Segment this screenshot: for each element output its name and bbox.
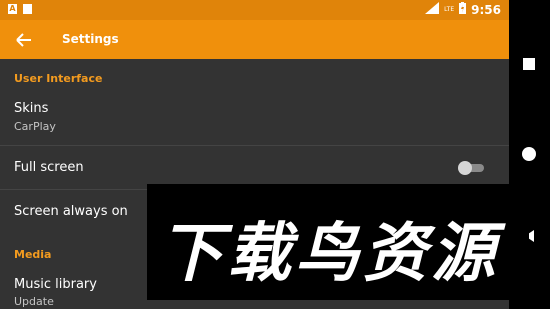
toggle-thumb bbox=[458, 161, 472, 175]
section-header-media: Media bbox=[14, 248, 52, 261]
watermark-text: 下载鸟资源 bbox=[159, 217, 499, 291]
recents-icon[interactable] bbox=[523, 58, 535, 70]
full-screen-toggle[interactable] bbox=[458, 161, 486, 175]
lte-signal-icon bbox=[425, 2, 440, 17]
music-library-title: Music library bbox=[14, 277, 97, 292]
app-toolbar: Settings bbox=[0, 20, 509, 59]
full-screen-title: Full screen bbox=[14, 160, 84, 175]
status-bar: A LTE 9:56 bbox=[0, 0, 509, 20]
screen-always-on-title: Screen always on bbox=[14, 204, 128, 219]
skins-title: Skins bbox=[14, 101, 49, 116]
music-library-summary: Update bbox=[14, 295, 54, 308]
section-header-user-interface: User Interface bbox=[14, 72, 103, 85]
divider bbox=[0, 145, 509, 146]
network-type: LTE bbox=[444, 6, 455, 13]
home-icon[interactable] bbox=[522, 147, 536, 161]
page-title: Settings bbox=[62, 32, 119, 46]
watermark-overlay: 下载鸟资源 bbox=[147, 184, 529, 300]
arrow-left-icon[interactable] bbox=[14, 30, 34, 50]
a-notification-icon: A bbox=[8, 4, 17, 14]
clock: 9:56 bbox=[471, 2, 501, 17]
battery-charging-icon bbox=[459, 2, 467, 17]
sd-card-icon bbox=[23, 4, 32, 14]
skins-summary: CarPlay bbox=[14, 120, 56, 133]
